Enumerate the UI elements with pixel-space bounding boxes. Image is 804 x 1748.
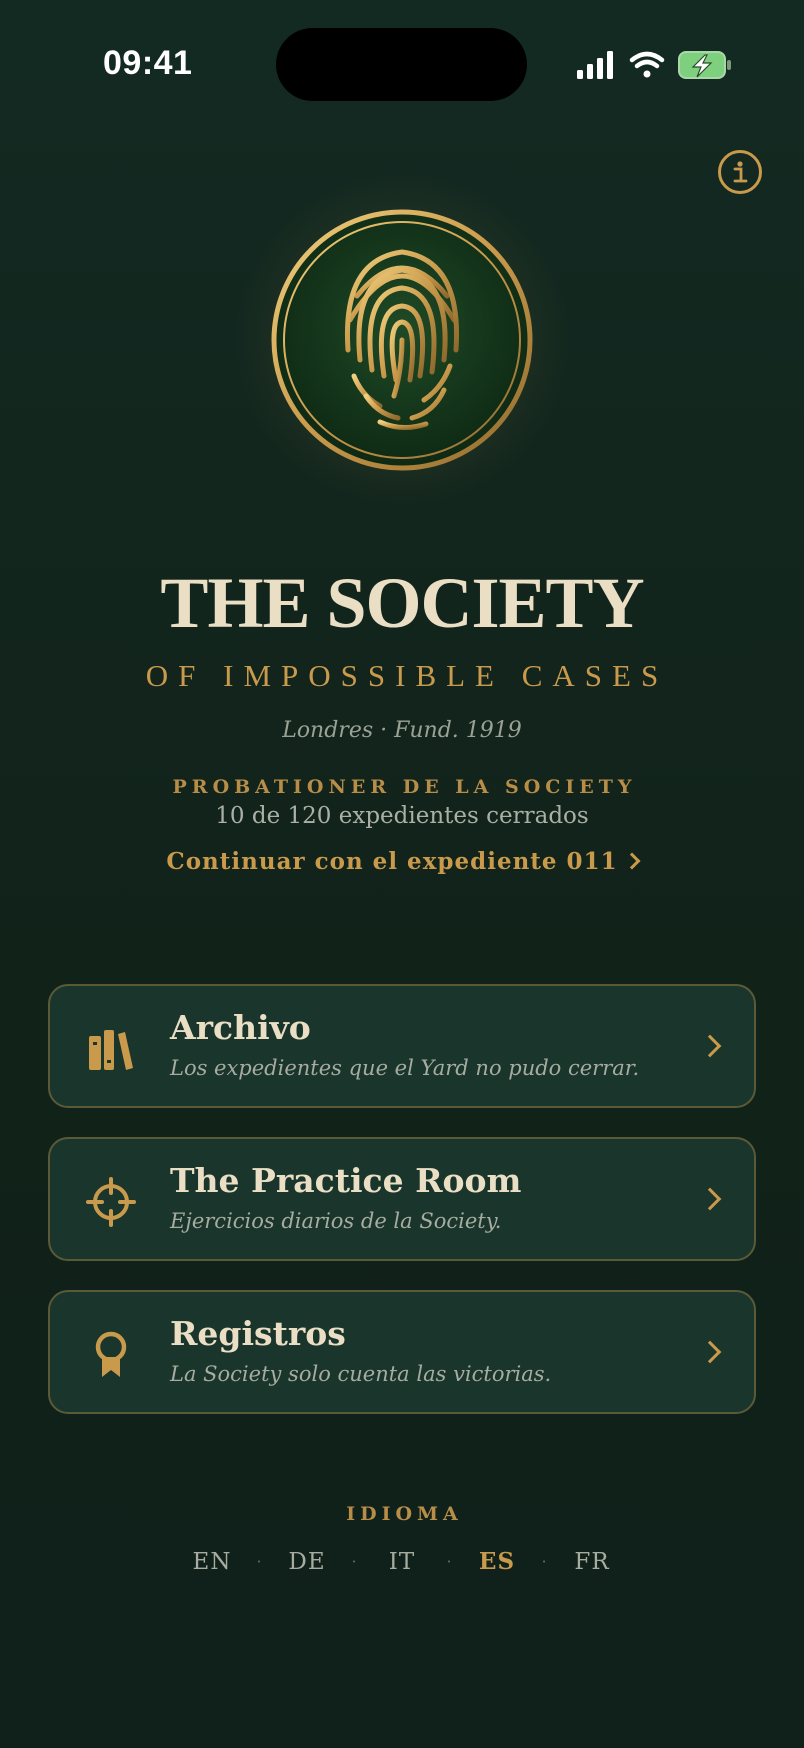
signal-icon [577,51,613,79]
menu-card-title: Archivo [170,1008,311,1047]
info-button[interactable] [718,150,762,194]
menu-card-title: The Practice Room [170,1161,522,1200]
chevron-right-icon [623,852,641,870]
rank-label: PROBATIONER DE LA SOCIETY [172,776,637,798]
app-subtitle: OF IMPOSSIBLE CASES [145,658,669,693]
crosshair-icon [86,1177,136,1227]
language-option-it[interactable]: IT [366,1549,438,1575]
menu-card-description: Ejercicios diarios de la Society. [170,1209,502,1233]
separator-dot: · [446,1552,453,1571]
language-option-en[interactable]: EN [176,1549,248,1575]
separator-dot: · [351,1552,358,1571]
continue-case-link[interactable]: Continuar con el expediente 011 [0,848,804,875]
menu-card-description: La Society solo cuenta las victorias. [170,1362,552,1386]
menu-card-description: Los expedientes que el Yard no pudo cerr… [170,1056,640,1080]
separator-dot: · [541,1552,548,1571]
language-label: IDIOMA [346,1503,463,1525]
continue-case-label: Continuar con el expediente 011 [166,848,618,875]
status-icons [577,51,731,79]
chevron-right-icon [698,1034,722,1058]
menu-card-registros[interactable]: Registros La Society solo cuenta las vic… [48,1290,756,1414]
dynamic-island [276,28,527,101]
founded-caption: Londres · Fund. 1919 [282,718,522,743]
menu-card-practice-room[interactable]: The Practice Room Ejercicios diarios de … [48,1137,756,1261]
info-icon [733,161,748,183]
language-option-es[interactable]: ES [461,1548,533,1575]
language-option-fr[interactable]: FR [556,1549,628,1575]
award-ribbon-icon [95,1331,127,1377]
language-selector: EN · DE · IT · ES · FR [0,1548,804,1575]
menu-card-archivo[interactable]: Archivo Los expedientes que el Yard no p… [48,984,756,1108]
chevron-right-icon [698,1187,722,1211]
language-option-de[interactable]: DE [271,1549,343,1575]
app-title: THE SOCIETY [160,563,644,643]
fingerprint-emblem-icon [271,209,533,471]
status-time: 09:41 [103,44,193,82]
separator-dot: · [256,1552,263,1571]
menu-card-title: Registros [170,1314,346,1353]
books-icon [89,1030,133,1070]
chevron-right-icon [698,1340,722,1364]
battery-charging-icon [678,51,731,79]
wifi-icon [629,51,665,78]
cases-progress: 10 de 120 expedientes cerrados [215,803,589,829]
